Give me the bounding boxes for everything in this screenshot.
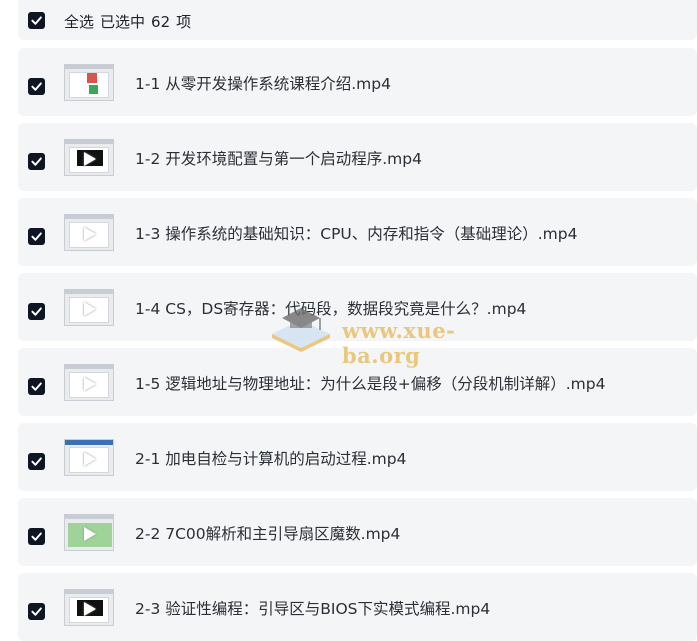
select-all-label[interactable]: 全选 (64, 13, 94, 31)
row-checkbox[interactable] (28, 378, 45, 395)
row-checkbox[interactable] (28, 603, 45, 620)
play-icon (84, 302, 96, 316)
selected-suffix: 项 (176, 13, 192, 31)
check-icon (31, 232, 42, 241)
file-row[interactable]: 1-5 逻辑地址与物理地址：为什么是段+偏移（分段机制详解）.mp4 (18, 348, 697, 416)
selection-summary: 全选 已选中 62 项 (64, 11, 197, 32)
check-icon (31, 157, 42, 166)
video-thumbnail[interactable] (64, 214, 114, 251)
row-checkbox[interactable] (28, 303, 45, 320)
check-icon (31, 457, 42, 466)
file-title[interactable]: 1-3 操作系统的基础知识：CPU、内存和指令（基础理论）.mp4 (135, 222, 578, 244)
check-icon (31, 16, 42, 25)
row-checkbox[interactable] (28, 228, 45, 245)
row-checkbox[interactable] (28, 453, 45, 470)
select-all-bar: 全选 已选中 62 项 (18, 0, 697, 40)
file-title[interactable]: 1-5 逻辑地址与物理地址：为什么是段+偏移（分段机制详解）.mp4 (135, 372, 605, 394)
selected-count: 62 (151, 13, 171, 31)
row-checkbox[interactable] (28, 528, 45, 545)
check-icon (31, 307, 42, 316)
play-icon (84, 527, 96, 541)
row-checkbox[interactable] (28, 153, 45, 170)
file-row[interactable]: 2-2 7C00解析和主引导扇区魔数.mp4 (18, 498, 697, 566)
video-thumbnail[interactable] (64, 289, 114, 326)
check-icon (31, 382, 42, 391)
selected-prefix: 已选中 (100, 13, 146, 31)
video-thumbnail[interactable] (64, 589, 114, 626)
file-row[interactable]: 1-1 从零开发操作系统课程介绍.mp4 (18, 48, 697, 116)
video-thumbnail[interactable] (64, 64, 114, 101)
file-title[interactable]: 1-4 CS，DS寄存器：代码段，数据段究竟是什么？.mp4 (135, 297, 526, 319)
file-row[interactable]: 1-4 CS，DS寄存器：代码段，数据段究竟是什么？.mp4 (18, 273, 697, 341)
file-row[interactable]: 1-2 开发环境配置与第一个启动程序.mp4 (18, 123, 697, 191)
select-all-checkbox[interactable] (28, 12, 45, 29)
play-icon (84, 602, 96, 616)
file-row[interactable]: 2-1 加电自检与计算机的启动过程.mp4 (18, 423, 697, 491)
video-thumbnail[interactable] (64, 364, 114, 401)
check-icon (31, 82, 42, 91)
file-title[interactable]: 1-1 从零开发操作系统课程介绍.mp4 (135, 72, 391, 94)
file-title[interactable]: 2-1 加电自检与计算机的启动过程.mp4 (135, 447, 406, 469)
file-title[interactable]: 2-3 验证性编程：引导区与BIOS下实模式编程.mp4 (135, 597, 490, 619)
file-title[interactable]: 1-2 开发环境配置与第一个启动程序.mp4 (135, 147, 422, 169)
play-icon (84, 377, 96, 391)
file-row[interactable]: 2-3 验证性编程：引导区与BIOS下实模式编程.mp4 (18, 573, 697, 641)
video-thumbnail[interactable] (64, 439, 114, 476)
file-title[interactable]: 2-2 7C00解析和主引导扇区魔数.mp4 (135, 522, 400, 544)
play-icon (84, 452, 96, 466)
play-icon (84, 152, 96, 166)
video-thumbnail[interactable] (64, 139, 114, 176)
check-icon (31, 607, 42, 616)
row-checkbox[interactable] (28, 78, 45, 95)
play-icon (84, 227, 96, 241)
video-thumbnail[interactable] (64, 514, 114, 551)
file-row[interactable]: 1-3 操作系统的基础知识：CPU、内存和指令（基础理论）.mp4 (18, 198, 697, 266)
check-icon (31, 532, 42, 541)
